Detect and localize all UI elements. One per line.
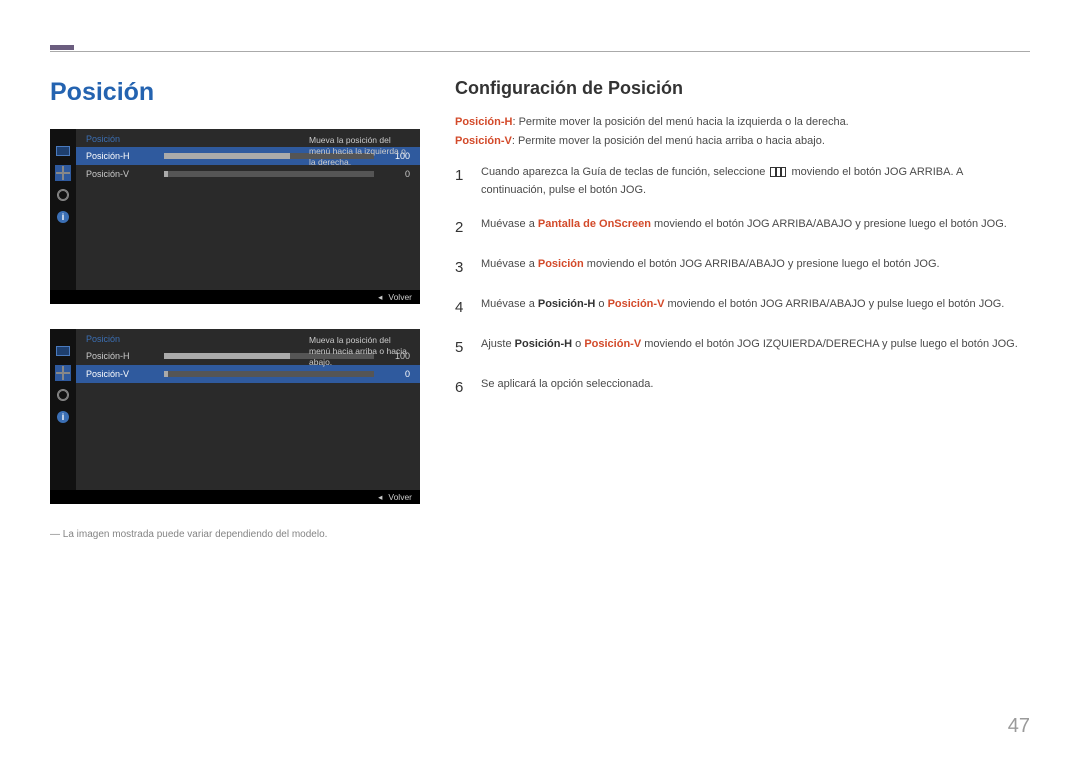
info-icon: i — [55, 209, 71, 225]
step-6: 6 Se aplicará la opción seleccionada. — [455, 376, 1030, 400]
footnote: ― La imagen mostrada puede variar depend… — [50, 529, 420, 540]
step-body: Muévase a Posición-H o Posición-V movien… — [481, 296, 1030, 320]
osd-row-label: Posición-H — [86, 351, 156, 361]
info-icon: i — [55, 409, 71, 425]
monitor-icon — [55, 343, 71, 359]
move-icon — [55, 365, 71, 381]
osd-panel-h: i Posición Posición-H 100 Posición-V 0 M… — [50, 129, 420, 304]
step-number: 3 — [455, 256, 469, 280]
monitor-icon — [55, 143, 71, 159]
step-text: moviendo el botón JOG ARRIBA/ABAJO y pul… — [664, 298, 1004, 310]
main-content: Posición i Posición Posición-H 100 Posic… — [50, 78, 1030, 540]
osd-back-label: Volver — [388, 292, 412, 302]
osd-sidebar: i — [50, 329, 76, 490]
osd-row-label: Posición-H — [86, 151, 156, 161]
osd-sidebar: i — [50, 129, 76, 290]
triangle-left-icon: ◂ — [378, 292, 382, 303]
slider-icon — [164, 371, 374, 377]
steps-list: 1 Cuando aparezca la Guía de teclas de f… — [455, 164, 1030, 399]
step-number: 2 — [455, 216, 469, 240]
footnote-text: La imagen mostrada puede variar dependie… — [63, 529, 328, 540]
step-bold: Posición-H — [538, 298, 595, 310]
step-text: Ajuste — [481, 338, 515, 350]
step-text: Muévase a — [481, 298, 538, 310]
page-number: 47 — [1008, 715, 1030, 738]
step-body: Muévase a Posición moviendo el botón JOG… — [481, 256, 1030, 280]
osd-footer: ◂ Volver — [50, 290, 420, 304]
step-number: 6 — [455, 376, 469, 400]
step-number: 1 — [455, 164, 469, 199]
step-text: Cuando aparezca la Guía de teclas de fun… — [481, 166, 768, 178]
intro-v-text: : Permite mover la posición del menú hac… — [512, 135, 825, 147]
intro-h-text: : Permite mover la posición del menú hac… — [512, 116, 848, 128]
step-text: Se aplicará la opción seleccionada. — [481, 378, 653, 390]
osd-hint: Mueva la posición del menú hacia arriba … — [309, 335, 414, 368]
step-text: Muévase a — [481, 218, 538, 230]
step-number: 5 — [455, 336, 469, 360]
step-text: Muévase a — [481, 258, 538, 270]
osd-row-label: Posición-V — [86, 369, 156, 379]
step-term: Posición — [538, 258, 584, 270]
step-term: Posición-V — [608, 298, 665, 310]
step-body: Ajuste Posición-H o Posición-V moviendo … — [481, 336, 1030, 360]
step-body: Cuando aparezca la Guía de teclas de fun… — [481, 164, 1030, 199]
page-title: Posición — [50, 78, 420, 107]
osd-back-label: Volver — [388, 492, 412, 502]
move-icon — [55, 165, 71, 181]
right-column: Configuración de Posición Posición-H: Pe… — [455, 78, 1030, 540]
slider-icon — [164, 171, 374, 177]
gear-icon — [55, 387, 71, 403]
intro-h: Posición-H: Permite mover la posición de… — [455, 113, 1030, 132]
gear-icon — [55, 187, 71, 203]
osd-footer: ◂ Volver — [50, 490, 420, 504]
step-3: 3 Muévase a Posición moviendo el botón J… — [455, 256, 1030, 280]
osd-row-value: 0 — [382, 169, 410, 179]
osd-panel-v: i Posición Posición-H 100 Posición-V 0 M… — [50, 329, 420, 504]
step-text: moviendo el botón JOG IZQUIERDA/DERECHA … — [641, 338, 1018, 350]
step-term: Pantalla de OnScreen — [538, 218, 651, 230]
step-bold: Posición-H — [515, 338, 572, 350]
intro-v-term: Posición-V — [455, 135, 512, 147]
step-5: 5 Ajuste Posición-H o Posición-V moviend… — [455, 336, 1030, 360]
step-body: Se aplicará la opción seleccionada. — [481, 376, 1030, 400]
top-divider — [50, 45, 1030, 50]
intro-v: Posición-V: Permite mover la posición de… — [455, 132, 1030, 151]
osd-content: Posición Posición-H 100 Posición-V 0 Mue… — [76, 129, 420, 290]
left-column: Posición i Posición Posición-H 100 Posic… — [50, 78, 420, 540]
step-2: 2 Muévase a Pantalla de OnScreen moviend… — [455, 216, 1030, 240]
osd-hint: Mueva la posición del menú hacia la izqu… — [309, 135, 414, 168]
step-number: 4 — [455, 296, 469, 320]
step-text: o — [595, 298, 607, 310]
step-4: 4 Muévase a Posición-H o Posición-V movi… — [455, 296, 1030, 320]
section-title: Configuración de Posición — [455, 78, 1030, 99]
step-text: o — [572, 338, 584, 350]
step-text: moviendo el botón JOG ARRIBA/ABAJO y pre… — [584, 258, 940, 270]
menu-icon — [770, 167, 786, 177]
osd-row-value: 0 — [382, 369, 410, 379]
step-term: Posición-V — [584, 338, 641, 350]
intro-h-term: Posición-H — [455, 116, 512, 128]
osd-content: Posición Posición-H 100 Posición-V 0 Mue… — [76, 329, 420, 490]
footnote-prefix: ― — [50, 529, 63, 540]
osd-row-label: Posición-V — [86, 169, 156, 179]
step-body: Muévase a Pantalla de OnScreen moviendo … — [481, 216, 1030, 240]
step-text: moviendo el botón JOG ARRIBA/ABAJO y pre… — [651, 218, 1007, 230]
triangle-left-icon: ◂ — [378, 492, 382, 503]
step-1: 1 Cuando aparezca la Guía de teclas de f… — [455, 164, 1030, 199]
